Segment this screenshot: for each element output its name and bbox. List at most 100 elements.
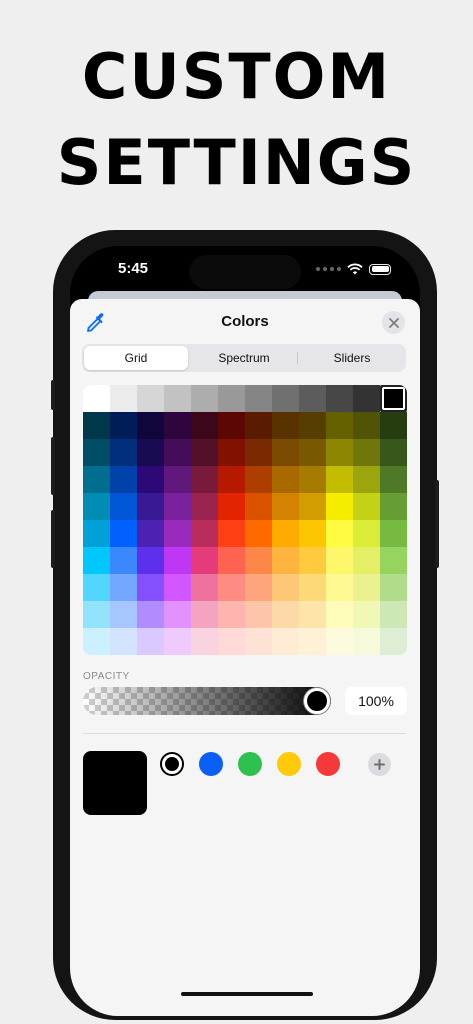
color-grid-cell[interactable] [110, 628, 137, 655]
color-grid-cell[interactable] [380, 547, 407, 574]
color-grid-cell[interactable] [218, 412, 245, 439]
color-grid-cell[interactable] [326, 628, 353, 655]
color-grid-cell[interactable] [245, 412, 272, 439]
color-grid-cell[interactable] [218, 574, 245, 601]
color-grid-cell[interactable] [299, 385, 326, 412]
color-grid-cell[interactable] [353, 574, 380, 601]
color-grid-cell[interactable] [326, 547, 353, 574]
color-grid-cell[interactable] [353, 385, 380, 412]
color-grid-cell[interactable] [191, 493, 218, 520]
color-grid-cell[interactable] [326, 493, 353, 520]
color-grid-cell[interactable] [326, 385, 353, 412]
opacity-slider[interactable] [83, 687, 331, 715]
color-grid-cell[interactable] [83, 466, 110, 493]
color-grid-cell[interactable] [164, 547, 191, 574]
color-grid-cell[interactable] [191, 601, 218, 628]
color-grid-cell[interactable] [353, 547, 380, 574]
color-grid-cell[interactable] [191, 574, 218, 601]
color-grid-cell[interactable] [272, 628, 299, 655]
swatch-yellow[interactable] [277, 752, 301, 776]
color-grid-cell[interactable] [83, 439, 110, 466]
color-grid-cell[interactable] [110, 493, 137, 520]
color-grid-cell[interactable] [380, 574, 407, 601]
color-grid-cell[interactable] [299, 466, 326, 493]
color-grid-cell[interactable] [380, 439, 407, 466]
color-grid-cell[interactable] [137, 439, 164, 466]
color-grid-cell[interactable] [326, 520, 353, 547]
color-grid-cell[interactable] [380, 412, 407, 439]
color-grid-cell[interactable] [191, 439, 218, 466]
color-grid-cell[interactable] [218, 385, 245, 412]
color-grid-cell[interactable] [218, 628, 245, 655]
color-grid-cell[interactable] [137, 493, 164, 520]
color-grid-cell[interactable] [164, 412, 191, 439]
color-grid-cell[interactable] [83, 412, 110, 439]
color-grid-cell[interactable] [137, 628, 164, 655]
color-grid-cell[interactable] [137, 385, 164, 412]
color-grid-cell[interactable] [353, 601, 380, 628]
color-grid-cell[interactable] [83, 493, 110, 520]
color-grid-cell[interactable] [353, 412, 380, 439]
color-grid-cell[interactable] [353, 466, 380, 493]
color-grid-cell[interactable] [191, 385, 218, 412]
color-grid-cell[interactable] [164, 466, 191, 493]
color-grid-cell[interactable] [110, 466, 137, 493]
color-grid-cell[interactable] [83, 628, 110, 655]
color-grid-cell[interactable] [137, 547, 164, 574]
color-grid-cell[interactable] [164, 493, 191, 520]
color-grid-cell[interactable] [272, 493, 299, 520]
color-grid-cell[interactable] [245, 547, 272, 574]
color-grid-cell[interactable] [83, 574, 110, 601]
color-grid-cell[interactable] [245, 439, 272, 466]
opacity-value-field[interactable]: 100% [345, 687, 407, 715]
color-grid-cell[interactable] [272, 412, 299, 439]
color-grid-cell[interactable] [326, 574, 353, 601]
color-grid-cell[interactable] [218, 493, 245, 520]
color-grid-cell[interactable] [137, 601, 164, 628]
tab-grid[interactable]: Grid [84, 346, 188, 370]
color-grid-cell[interactable] [380, 466, 407, 493]
swatch-red[interactable] [316, 752, 340, 776]
color-grid-cell[interactable] [110, 547, 137, 574]
color-grid-cell[interactable] [110, 412, 137, 439]
add-swatch-button[interactable] [368, 753, 391, 776]
color-grid-cell[interactable] [218, 547, 245, 574]
color-grid-cell[interactable] [191, 547, 218, 574]
color-grid-cell[interactable] [245, 601, 272, 628]
color-grid-cell[interactable] [218, 466, 245, 493]
color-grid-cell[interactable] [191, 520, 218, 547]
color-grid-cell[interactable] [272, 439, 299, 466]
color-grid-cell[interactable] [164, 628, 191, 655]
color-grid-cell[interactable] [83, 547, 110, 574]
color-grid-cell[interactable] [353, 439, 380, 466]
color-grid-cell[interactable] [272, 520, 299, 547]
color-grid-cell[interactable] [245, 466, 272, 493]
color-grid-cell[interactable] [164, 601, 191, 628]
color-grid-cell[interactable] [299, 601, 326, 628]
color-grid-cell[interactable] [164, 439, 191, 466]
color-grid-cell[interactable] [191, 412, 218, 439]
color-grid-cell[interactable] [137, 574, 164, 601]
color-grid-cell[interactable] [299, 547, 326, 574]
color-grid-cell[interactable] [218, 439, 245, 466]
color-grid-cell[interactable] [380, 601, 407, 628]
color-grid-cell[interactable] [380, 493, 407, 520]
color-grid-cell[interactable] [83, 385, 110, 412]
color-grid-cell[interactable] [83, 601, 110, 628]
color-grid-cell[interactable] [110, 574, 137, 601]
color-grid-cell[interactable] [218, 601, 245, 628]
color-grid-cell[interactable] [272, 574, 299, 601]
color-grid-cell[interactable] [164, 574, 191, 601]
opacity-slider-thumb[interactable] [304, 688, 330, 714]
color-grid-cell[interactable] [272, 547, 299, 574]
color-grid-cell[interactable] [110, 385, 137, 412]
color-grid-cell[interactable] [299, 520, 326, 547]
color-grid-cell[interactable] [110, 601, 137, 628]
swatch-green[interactable] [238, 752, 262, 776]
color-grid-cell[interactable] [164, 385, 191, 412]
tab-spectrum[interactable]: Spectrum [192, 346, 296, 370]
color-grid-cell[interactable] [380, 628, 407, 655]
color-grid-cell[interactable] [110, 520, 137, 547]
color-grid-cell[interactable] [326, 466, 353, 493]
color-grid-cell[interactable] [272, 601, 299, 628]
